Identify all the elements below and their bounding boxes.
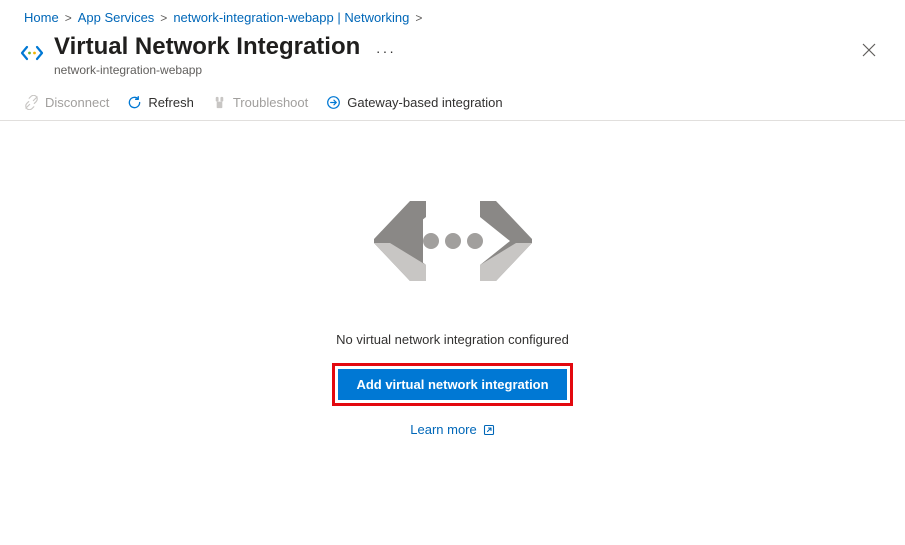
breadcrumb-home[interactable]: Home: [24, 10, 59, 25]
troubleshoot-label: Troubleshoot: [233, 95, 308, 110]
page-header: Virtual Network Integration ··· network-…: [0, 33, 905, 77]
add-vnet-integration-button[interactable]: Add virtual network integration: [338, 369, 566, 400]
empty-state: No virtual network integration configure…: [0, 121, 905, 437]
disconnect-label: Disconnect: [45, 95, 109, 110]
vnet-icon: [20, 41, 44, 68]
vnet-large-icon: [368, 181, 538, 304]
close-icon: [862, 43, 876, 57]
breadcrumb-app-services[interactable]: App Services: [78, 10, 155, 25]
toolbar: Disconnect Refresh Troubleshoot Gateway-…: [0, 77, 905, 121]
gateway-integration-label: Gateway-based integration: [347, 95, 502, 110]
more-actions-button[interactable]: ···: [376, 43, 396, 59]
close-button[interactable]: [857, 39, 881, 63]
breadcrumb: Home > App Services > network-integratio…: [0, 0, 905, 33]
learn-more-link[interactable]: Learn more: [410, 422, 494, 437]
arrow-circle-icon: [326, 95, 341, 110]
external-link-icon: [483, 424, 495, 436]
empty-state-message: No virtual network integration configure…: [336, 332, 569, 347]
chevron-right-icon: >: [160, 11, 167, 25]
disconnect-button: Disconnect: [24, 95, 109, 110]
troubleshoot-icon: [212, 95, 227, 110]
learn-more-label: Learn more: [410, 422, 476, 437]
refresh-label: Refresh: [148, 95, 194, 110]
highlight-annotation: Add virtual network integration: [332, 363, 572, 406]
disconnect-icon: [24, 95, 39, 110]
page-title: Virtual Network Integration: [54, 33, 360, 61]
refresh-button[interactable]: Refresh: [127, 95, 194, 110]
gateway-integration-button[interactable]: Gateway-based integration: [326, 95, 502, 110]
refresh-icon: [127, 95, 142, 110]
chevron-right-icon: >: [415, 11, 422, 25]
chevron-right-icon: >: [65, 11, 72, 25]
page-subtitle: network-integration-webapp: [54, 63, 885, 77]
breadcrumb-networking[interactable]: network-integration-webapp | Networking: [173, 10, 409, 25]
troubleshoot-button: Troubleshoot: [212, 95, 308, 110]
